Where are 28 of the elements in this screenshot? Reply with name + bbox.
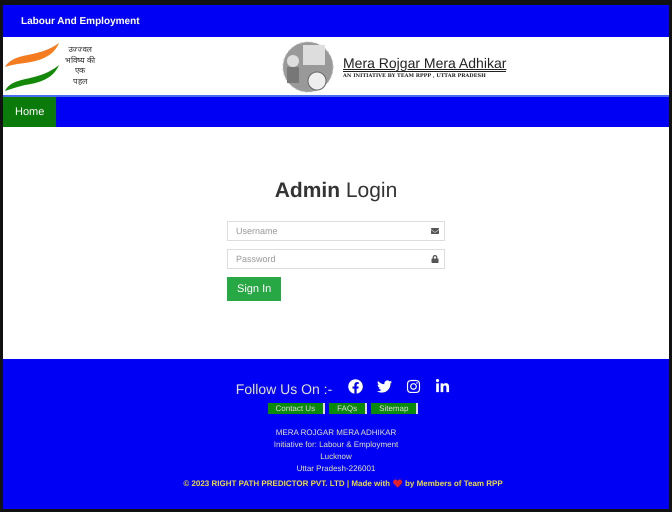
footer-link[interactable]: Contact Us <box>268 403 326 414</box>
login-title: Admin Login <box>274 179 398 203</box>
slogan-line: एक <box>75 66 86 76</box>
address-line: Initiative for: Labour & Employment <box>274 439 398 451</box>
heart-icon <box>393 479 402 488</box>
slogan-line: पहल <box>73 76 88 87</box>
password-field[interactable]: Password <box>227 249 445 269</box>
sign-in-button[interactable]: Sign In <box>227 277 282 301</box>
address-line: MERA ROJGAR MERA ADHIKAR <box>276 427 396 439</box>
brand-title: Mera Rojgar Mera Adhikar <box>343 55 506 71</box>
linkedin-icon[interactable] <box>435 378 450 394</box>
username-field[interactable]: Username <box>227 221 445 241</box>
footer-link[interactable]: Sitemap <box>371 403 418 414</box>
slogan-line: भविष्य की <box>65 56 96 66</box>
copyright-text: © 2023 RIGHT PATH PREDICTOR PVT. LTD | Made with <box>183 479 390 488</box>
instagram-icon[interactable] <box>406 378 422 394</box>
footer-link[interactable]: FAQs <box>329 403 368 414</box>
follow-label: Follow Us On :- <box>236 381 332 397</box>
twitter-icon[interactable] <box>377 378 392 394</box>
address-line: Lucknow <box>320 451 352 463</box>
credit-text: by Members of Team RPP <box>405 479 503 488</box>
nav-link[interactable]: Home <box>3 97 56 127</box>
slogan-line: उज्ज्वल <box>68 45 92 56</box>
site-title: Labour And Employment <box>21 16 140 26</box>
address-line: Uttar Pradesh-226001 <box>296 463 376 475</box>
mail-icon <box>431 227 439 235</box>
lock-icon <box>431 255 439 263</box>
facebook-icon[interactable] <box>348 378 364 394</box>
